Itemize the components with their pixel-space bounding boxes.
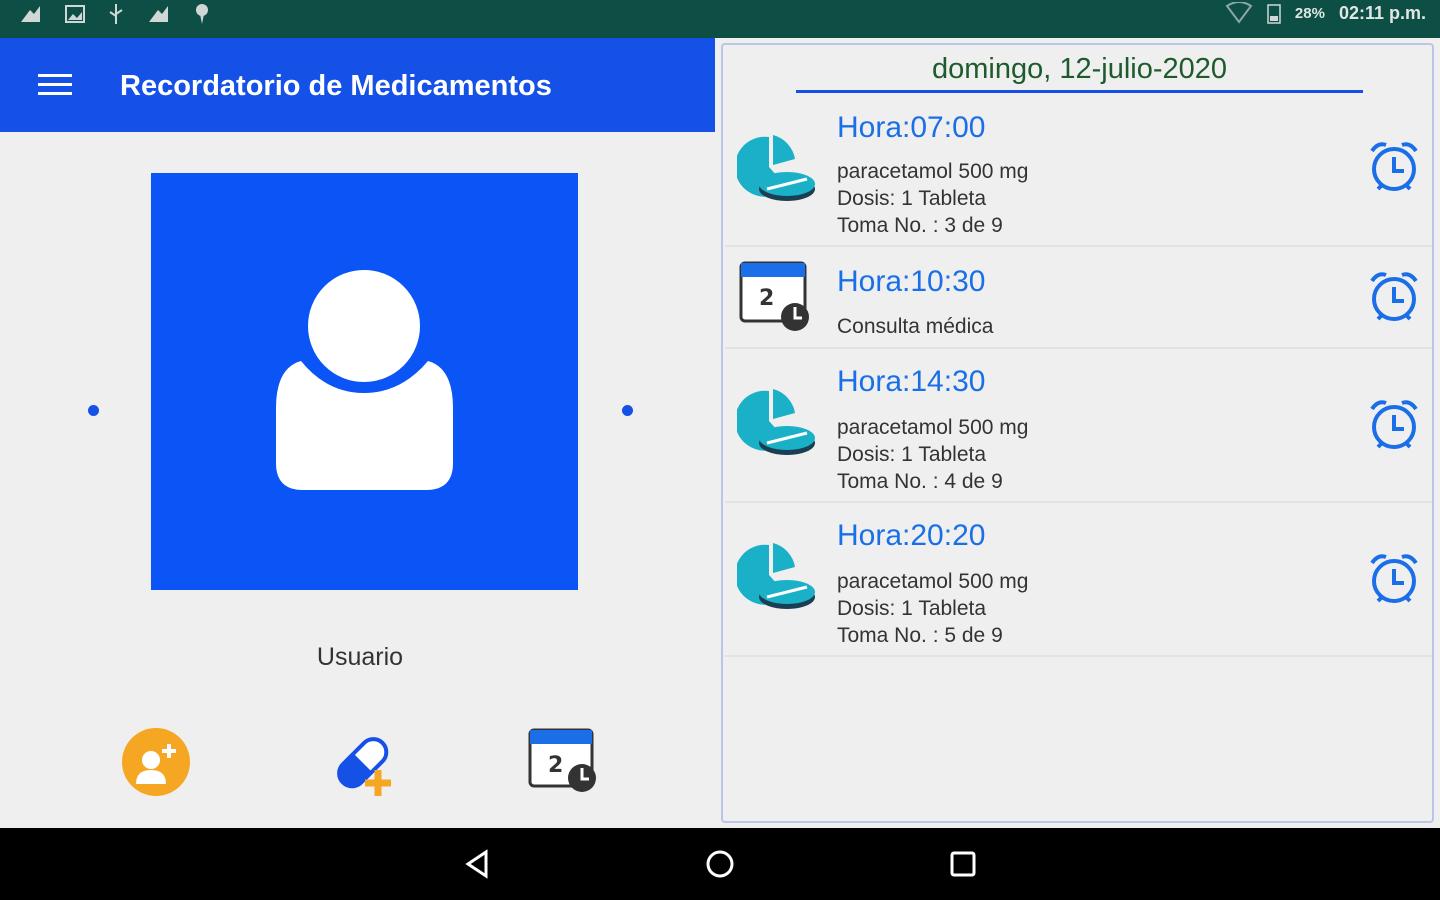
entry-hour: Hora:14:30 xyxy=(837,365,986,398)
entry-dose: Dosis: 1 Tableta xyxy=(837,187,987,210)
entry-hour: Hora:10:30 xyxy=(837,265,986,298)
entry-description: Consulta médica xyxy=(837,315,994,338)
status-right: 28% 02:11 p.m. xyxy=(1225,2,1426,24)
location-icon xyxy=(196,4,208,24)
battery-icon xyxy=(1267,4,1281,24)
status-icons xyxy=(18,2,212,28)
navigation-bar xyxy=(0,828,1440,900)
status-bar: 28% 02:11 p.m. xyxy=(0,0,1440,38)
entry-hour: Hora:07:00 xyxy=(837,111,986,144)
pill-icon xyxy=(737,135,815,201)
svg-text:2: 2 xyxy=(548,753,563,778)
entry-hour: Hora:20:20 xyxy=(837,519,986,552)
user-name: Usuario xyxy=(316,643,404,671)
profile-avatar[interactable] xyxy=(151,173,578,590)
entry-medicine: paracetamol 500 mg xyxy=(837,160,1029,183)
alarm-icon[interactable] xyxy=(1366,139,1422,195)
battery-percentage: 28% xyxy=(1294,4,1325,22)
schedule-date: domingo, 12-julio-2020 xyxy=(796,53,1363,93)
schedule-panel: domingo, 12-julio-2020 Hora:07:00 parace… xyxy=(721,43,1434,823)
schedule-entry[interactable]: Hora:14:30 paracetamol 500 mg Dosis: 1 T… xyxy=(725,349,1432,503)
svg-text:2: 2 xyxy=(759,286,774,311)
entry-take: Toma No. : 4 de 9 xyxy=(837,470,1003,493)
add-medication-button[interactable] xyxy=(322,722,402,802)
add-appointment-button[interactable]: 2 xyxy=(524,722,604,802)
carousel-next-dot[interactable] xyxy=(622,405,633,416)
pill-icon xyxy=(737,543,815,609)
usb-icon xyxy=(109,4,123,24)
notification-icon xyxy=(149,6,168,22)
add-medication-icon xyxy=(337,737,391,796)
recents-icon[interactable] xyxy=(945,846,981,882)
app-title: Recordatorio de Medicamentos xyxy=(120,70,552,102)
add-user-icon xyxy=(122,728,190,796)
menu-icon[interactable] xyxy=(38,74,72,98)
clock: 02:11 p.m. xyxy=(1338,2,1426,23)
carousel-prev-dot[interactable] xyxy=(88,405,99,416)
image-icon xyxy=(65,5,85,23)
pill-icon xyxy=(737,389,815,455)
back-icon[interactable] xyxy=(460,846,496,882)
entry-dose: Dosis: 1 Tableta xyxy=(837,443,987,466)
alarm-icon[interactable] xyxy=(1366,397,1422,453)
alarm-icon[interactable] xyxy=(1366,551,1422,607)
alarm-icon[interactable] xyxy=(1366,269,1422,325)
entry-dose: Dosis: 1 Tableta xyxy=(837,597,987,620)
home-icon[interactable] xyxy=(702,846,738,882)
schedule-entry[interactable]: Hora:07:00 paracetamol 500 mg Dosis: 1 T… xyxy=(725,103,1432,247)
calendar-appointment-icon: 2 xyxy=(528,728,596,792)
entry-take: Toma No. : 3 de 9 xyxy=(837,214,1003,237)
entry-medicine: paracetamol 500 mg xyxy=(837,570,1029,593)
schedule-entry[interactable]: Hora:20:20 paracetamol 500 mg Dosis: 1 T… xyxy=(725,503,1432,657)
add-user-button[interactable] xyxy=(116,722,196,802)
entry-medicine: paracetamol 500 mg xyxy=(837,416,1029,439)
entry-take: Toma No. : 5 de 9 xyxy=(837,624,1003,647)
user-icon xyxy=(276,262,453,490)
app-bar: Recordatorio de Medicamentos xyxy=(0,38,715,132)
calendar-icon: 2 xyxy=(739,261,809,331)
wifi-icon xyxy=(1225,2,1253,24)
notification-icon xyxy=(21,6,40,22)
schedule-entry[interactable]: 2 Hora:10:30 Consulta médica xyxy=(725,247,1432,349)
